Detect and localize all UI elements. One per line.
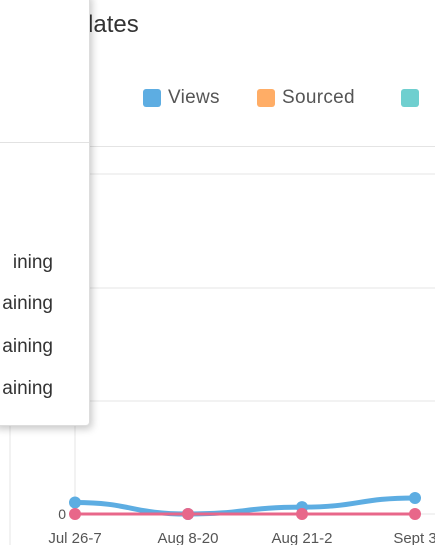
dropdown-separator xyxy=(0,142,89,143)
y-tick-label: 0 xyxy=(58,506,66,522)
data-point xyxy=(69,508,81,520)
legend-swatch-views xyxy=(143,89,161,107)
dropdown-item[interactable]: aining xyxy=(2,335,53,359)
legend-item-sourced[interactable]: Sourced xyxy=(257,86,355,110)
legend-swatch-sourced xyxy=(257,89,275,107)
x-tick-label: Aug 8-20 xyxy=(158,530,219,545)
data-point xyxy=(296,508,308,520)
dropdown-menu: ining aining aining aining xyxy=(0,0,90,426)
dropdown-item[interactable]: aining xyxy=(2,377,53,401)
x-tick-label: Aug 21-2 xyxy=(272,530,333,545)
legend-item-cut-off[interactable] xyxy=(401,86,426,110)
dropdown-item[interactable]: ining xyxy=(13,251,53,275)
data-point xyxy=(409,491,421,504)
data-point xyxy=(69,496,81,509)
series-line xyxy=(72,495,418,517)
data-point xyxy=(409,508,421,520)
legend-swatch-teal xyxy=(401,89,419,107)
legend-divider xyxy=(88,146,435,147)
dropdown-item[interactable]: aining xyxy=(2,292,53,316)
legend-item-views[interactable]: Views xyxy=(143,86,220,110)
data-point xyxy=(182,508,194,520)
x-tick-label: Jul 26-7 xyxy=(48,530,101,545)
x-tick-label: Sept 3 xyxy=(393,530,435,545)
legend-label: Views xyxy=(168,87,220,108)
legend-label: Sourced xyxy=(282,87,355,108)
